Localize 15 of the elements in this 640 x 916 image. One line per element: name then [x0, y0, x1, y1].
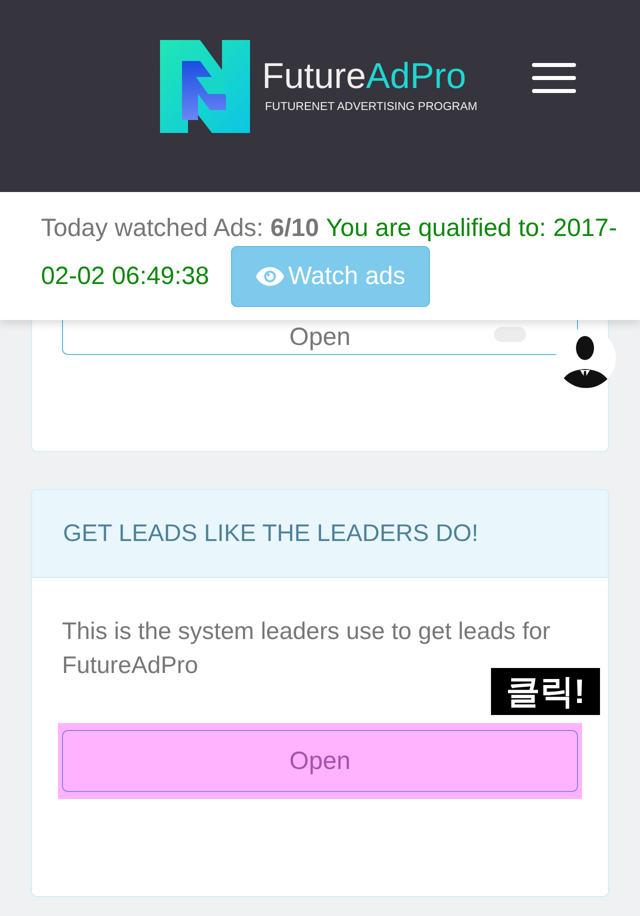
menu-icon[interactable] [532, 63, 576, 93]
card-title: GET LEADS LIKE THE LEADERS DO! [63, 522, 478, 546]
open-button[interactable]: Open [62, 320, 578, 355]
qualified-until-text: 02-02 06:49:38 [41, 264, 210, 289]
logo-icon [160, 40, 250, 132]
watched-ads-label: Today watched Ads: [41, 216, 264, 240]
watched-ads-count: 6/10 [270, 216, 320, 240]
eye-icon [256, 267, 284, 286]
brand-name: FutureAdPro [262, 58, 468, 94]
brand-tagline: FUTURENET ADVERTISING PROGRAM [265, 102, 478, 114]
qualified-until-text: You are qualified to: 2017- [326, 216, 618, 240]
open-button[interactable]: Open [62, 730, 578, 792]
pill-icon [494, 327, 526, 342]
click-annotation: 클릭! [491, 668, 600, 715]
watch-ads-button[interactable]: Watch ads [231, 246, 430, 307]
